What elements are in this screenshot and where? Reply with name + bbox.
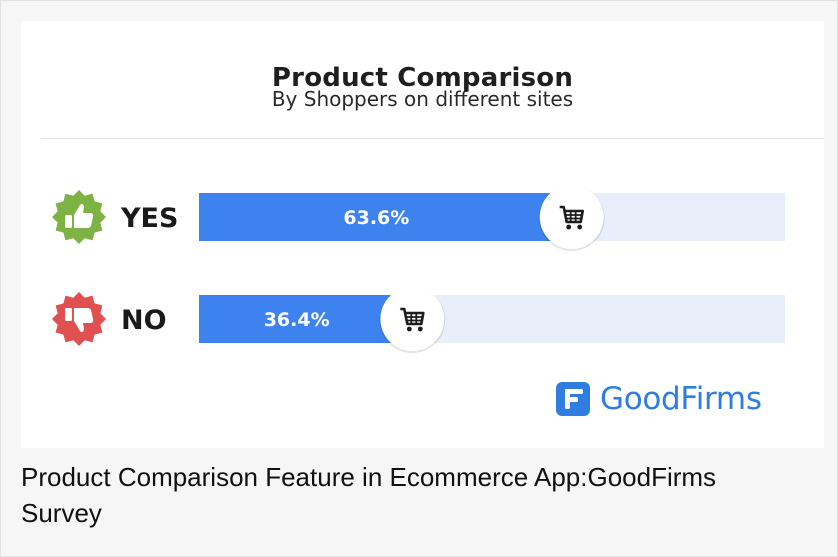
- goodfirms-logo-icon: [556, 382, 590, 416]
- thumbs-down-icon: [52, 292, 106, 346]
- value-label-no: 36.4%: [264, 309, 330, 331]
- chart-card: Product Comparison By Shoppers on differ…: [21, 21, 824, 448]
- figure-frame: Product Comparison By Shoppers on differ…: [0, 0, 838, 557]
- category-label-no: NO: [121, 305, 167, 336]
- value-label-yes: 63.6%: [343, 207, 409, 229]
- cart-icon: [379, 287, 446, 353]
- bar-row-yes: YES 63.6%: [52, 185, 785, 251]
- cart-icon: [538, 185, 605, 251]
- goodfirms-logo: GoodFirms: [556, 381, 762, 417]
- goodfirms-logo-text: GoodFirms: [600, 381, 762, 417]
- thumbs-up-icon: [52, 190, 106, 244]
- bar-row-no: NO 36.4%: [52, 287, 785, 353]
- figure-caption: Product Comparison Feature in Ecommerce …: [21, 462, 717, 528]
- category-label-yes: YES: [120, 203, 178, 234]
